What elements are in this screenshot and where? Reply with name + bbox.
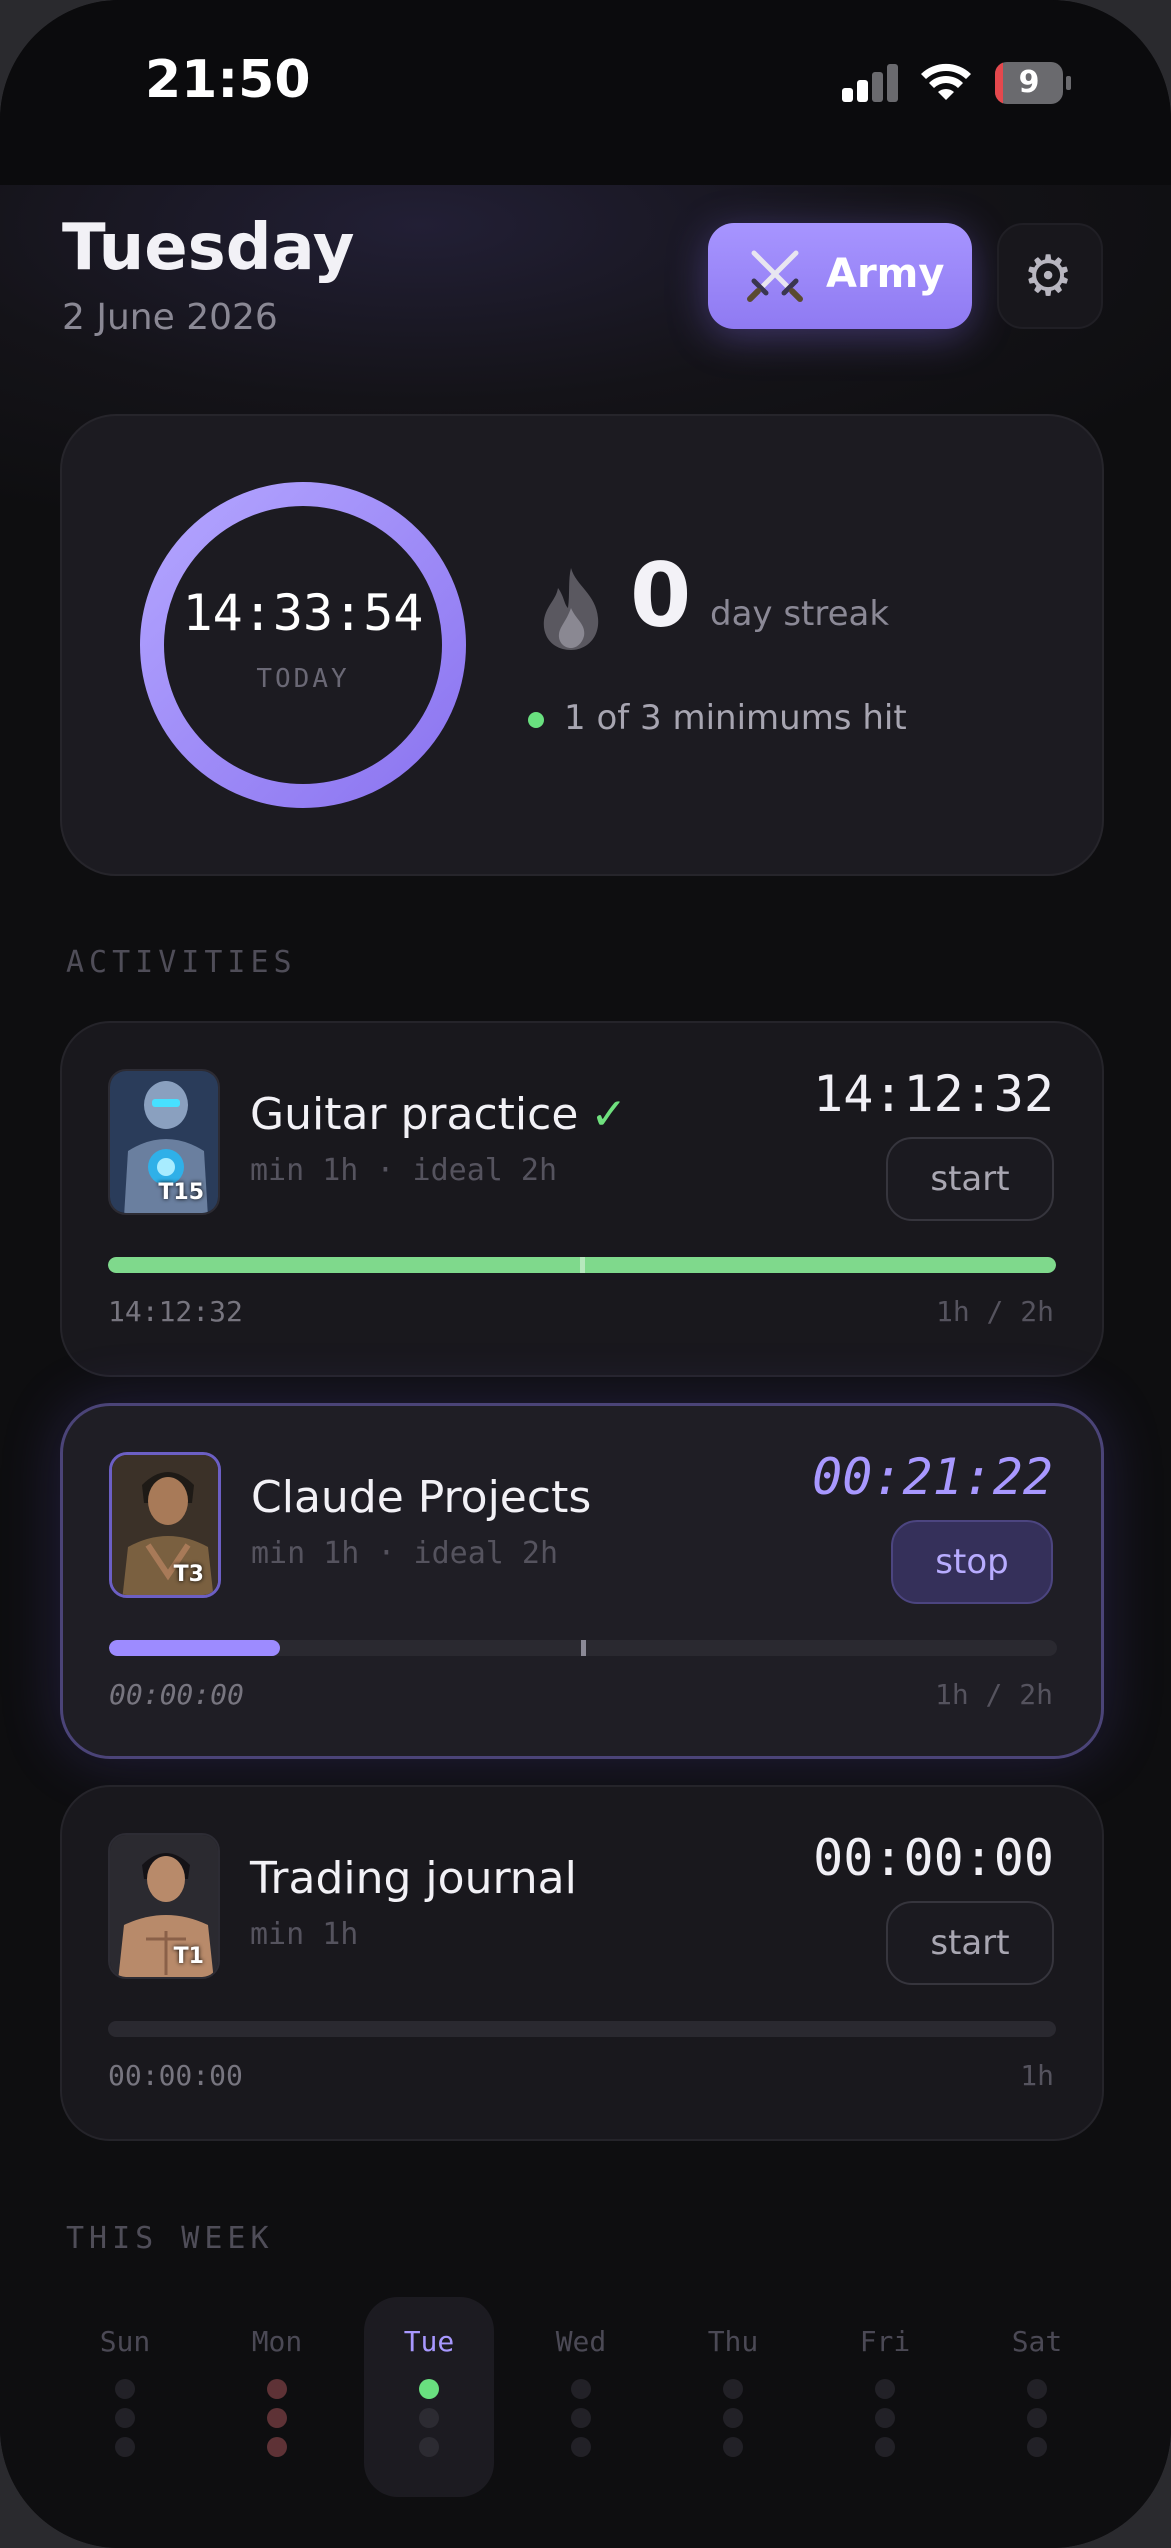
this-week-section-label: THIS WEEK — [66, 2221, 274, 2256]
activity-progress-bar — [109, 1640, 1057, 1656]
week-day-label: Sat — [1011, 2325, 1063, 2358]
start-button[interactable]: start — [886, 1137, 1054, 1221]
week-day-fri[interactable]: Fri — [820, 2297, 950, 2497]
week-day-label: Sun — [99, 2325, 151, 2358]
activity-timer: 00:00:00 — [813, 1829, 1054, 1887]
daily-summary-card: 14:33:54 TODAY 0 day streak 1 of 3 minim… — [60, 414, 1104, 876]
minimum-marker — [581, 1640, 586, 1656]
tier-badge: T1 — [173, 1944, 204, 1969]
flame-icon — [543, 568, 599, 650]
progress-target: 1h — [1020, 2059, 1054, 2092]
week-day-mon[interactable]: Mon — [212, 2297, 342, 2497]
day-status-dot — [875, 2408, 895, 2428]
army-button-label: Army — [826, 251, 945, 297]
day-status-dot — [267, 2437, 287, 2457]
crossed-swords-icon — [747, 250, 803, 302]
stop-button[interactable]: stop — [891, 1520, 1053, 1604]
progress-fill — [109, 1640, 280, 1656]
progress-target: 1h / 2h — [935, 1295, 1054, 1328]
activity-card-trading-journal[interactable]: T1 Trading journal min 1h 00:00:00 start… — [60, 1785, 1104, 2141]
day-status-dot — [267, 2379, 287, 2399]
checkmark-icon: ✓ — [590, 1089, 628, 1140]
status-time: 21:50 — [145, 50, 311, 110]
day-status-dot — [723, 2408, 743, 2428]
day-status-dot — [571, 2379, 591, 2399]
week-day-label: Mon — [251, 2325, 303, 2358]
battery-level: 9 — [1018, 65, 1040, 100]
page-title: Tuesday — [62, 211, 355, 285]
activity-timer: 00:21:22 — [812, 1448, 1053, 1506]
tier-badge: T3 — [173, 1562, 204, 1587]
gear-icon: ⚙ — [1023, 244, 1074, 309]
day-status-dot — [419, 2408, 439, 2428]
minimum-marker — [580, 1257, 585, 1273]
status-bar: 21:50 9 — [0, 0, 1171, 185]
day-status-dot — [115, 2437, 135, 2457]
week-day-thu[interactable]: Thu — [668, 2297, 798, 2497]
activity-targets: min 1h — [250, 1917, 359, 1952]
week-day-sat[interactable]: Sat — [972, 2297, 1102, 2497]
main-content: Tuesday 2 June 2026 Army ⚙ 14:33:54 TODA… — [0, 185, 1171, 2548]
day-status-dot — [723, 2437, 743, 2457]
avatar: T15 — [108, 1069, 220, 1215]
day-status-dot — [571, 2408, 591, 2428]
activity-name: Guitar practice ✓ — [250, 1089, 627, 1140]
day-status-dot — [419, 2379, 439, 2399]
activity-name-text: Guitar practice — [250, 1089, 579, 1140]
activity-timer: 14:12:32 — [813, 1065, 1054, 1123]
progress-elapsed: 00:00:00 — [109, 1678, 244, 1711]
streak-count: 0 — [630, 544, 692, 647]
day-status-dot — [115, 2379, 135, 2399]
day-status-dot — [115, 2408, 135, 2428]
date-subtitle: 2 June 2026 — [62, 297, 278, 338]
week-day-sun[interactable]: Sun — [60, 2297, 190, 2497]
phone-screen: 21:50 9 Tuesday 2 June 2026 Army ⚙ 14:33… — [0, 0, 1171, 2548]
week-day-wed[interactable]: Wed — [516, 2297, 646, 2497]
day-status-dot — [267, 2408, 287, 2428]
warrior-avatar-icon — [112, 1455, 218, 1595]
settings-button[interactable]: ⚙ — [997, 223, 1103, 329]
week-day-label: Wed — [555, 2325, 607, 2358]
battery-icon: 9 — [995, 62, 1071, 104]
week-day-tue[interactable]: Tue — [364, 2297, 494, 2497]
day-status-dot — [571, 2437, 591, 2457]
cellular-signal-icon — [842, 64, 900, 102]
activity-card-claude-projects[interactable]: T3 Claude Projects min 1h · ideal 2h 00:… — [60, 1403, 1104, 1759]
activity-targets: min 1h · ideal 2h — [250, 1153, 558, 1188]
wifi-icon — [921, 63, 971, 100]
week-day-label: Thu — [707, 2325, 759, 2358]
activities-section-label: ACTIVITIES — [66, 945, 297, 980]
minimums-status-dot — [528, 712, 544, 728]
army-button[interactable]: Army — [708, 223, 972, 329]
day-status-dot — [419, 2437, 439, 2457]
activity-targets: min 1h · ideal 2h — [251, 1536, 559, 1571]
progress-elapsed: 00:00:00 — [108, 2059, 243, 2092]
day-status-dot — [875, 2437, 895, 2457]
total-time-label: TODAY — [256, 664, 350, 694]
activity-card-guitar-practice[interactable]: T15 Guitar practice ✓ min 1h · ideal 2h 1… — [60, 1021, 1104, 1377]
day-status-dot — [1027, 2437, 1047, 2457]
total-time-today: 14:33:54 — [182, 584, 424, 642]
start-button[interactable]: start — [886, 1901, 1054, 1985]
minimums-status-text: 1 of 3 minimums hit — [564, 698, 907, 738]
avatar: T3 — [109, 1452, 221, 1598]
day-status-dot — [1027, 2379, 1047, 2399]
avatar: T1 — [108, 1833, 220, 1979]
activity-progress-bar — [108, 2021, 1056, 2037]
day-status-dot — [723, 2379, 743, 2399]
progress-target: 1h / 2h — [934, 1678, 1053, 1711]
activity-name: Trading journal — [250, 1853, 577, 1904]
progress-elapsed: 14:12:32 — [108, 1295, 243, 1328]
week-day-label: Fri — [859, 2325, 911, 2358]
week-day-label: Tue — [403, 2325, 455, 2358]
tier-badge: T15 — [158, 1180, 204, 1205]
activity-progress-bar — [108, 1257, 1056, 1273]
day-status-dot — [875, 2379, 895, 2399]
streak-label: day streak — [710, 594, 890, 634]
activity-name: Claude Projects — [251, 1472, 592, 1523]
day-status-dot — [1027, 2408, 1047, 2428]
daily-progress-ring — [140, 482, 466, 808]
